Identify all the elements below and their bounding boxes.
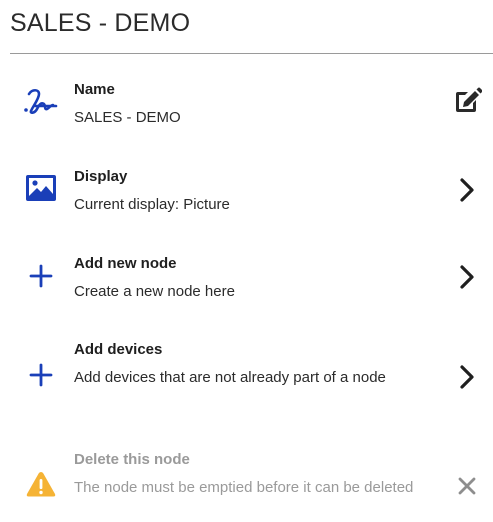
close-icon (449, 468, 485, 504)
menu-item-title: Add devices (74, 341, 163, 358)
menu-item-title: Name (74, 81, 115, 98)
menu-item-add-devices[interactable]: Add devices Add devices that are not alr… (0, 341, 493, 417)
chevron-right-icon[interactable] (449, 259, 485, 295)
chevron-right-icon[interactable] (449, 359, 485, 395)
edit-icon[interactable] (449, 83, 485, 119)
menu-item-title: Display (74, 168, 128, 185)
node-settings-panel: SALES - DEMO Name SALES - DEMO Display C… (0, 0, 493, 522)
menu-item-display[interactable]: Display Current display: Picture (0, 168, 493, 224)
plus-icon (22, 259, 60, 293)
menu-item-add-new-node[interactable]: Add new node Create a new node here (0, 255, 493, 311)
menu-item-name[interactable]: Name SALES - DEMO (0, 81, 493, 137)
menu-item-subtitle: SALES - DEMO (74, 109, 181, 126)
plus-icon (22, 358, 60, 392)
menu-item-subtitle: Create a new node here (74, 283, 235, 300)
menu-item-subtitle: Add devices that are not already part of… (74, 369, 386, 386)
page-title: SALES - DEMO (10, 9, 191, 37)
header-divider (10, 53, 493, 54)
menu-item-subtitle: The node must be emptied before it can b… (74, 479, 414, 496)
menu-item-title: Add new node (74, 255, 177, 272)
chevron-right-icon[interactable] (449, 172, 485, 208)
image-icon (22, 171, 60, 205)
menu-item-delete-node: Delete this node The node must be emptie… (0, 451, 493, 521)
menu-item-subtitle: Current display: Picture (74, 196, 230, 213)
warning-icon (22, 467, 60, 501)
signature-icon (22, 84, 60, 118)
menu-item-title: Delete this node (74, 451, 190, 468)
